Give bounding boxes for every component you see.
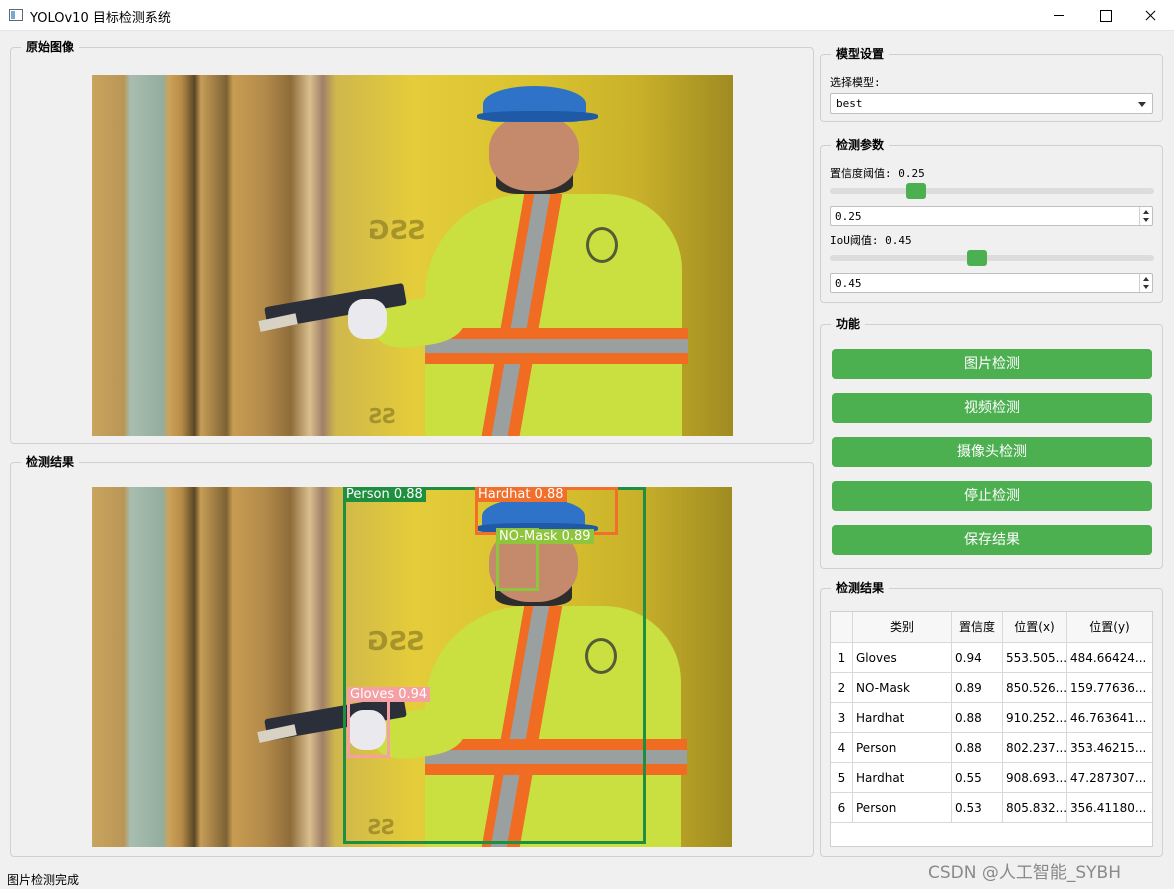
person-bbox-label: Person 0.88	[343, 487, 426, 502]
window-title: YOLOv10 目标检测系统	[30, 11, 171, 26]
result-image: SSG SS Person 0.88 Hardhat 0.88 NO-Mask …	[92, 487, 732, 847]
row-number[interactable]: 6	[831, 793, 853, 823]
gloves-bbox-label: Gloves 0.94	[347, 687, 431, 702]
iou-spinbox-value: 0.45	[835, 277, 862, 290]
column-header-x[interactable]: 位置(x)	[1003, 612, 1067, 643]
video-detect-button[interactable]: 视频检测	[832, 393, 1152, 423]
cell-position-y[interactable]: 159.77636...	[1067, 673, 1152, 703]
hardhat-bbox-label: Hardhat 0.88	[475, 487, 567, 502]
cell-position-x[interactable]: 553.505...	[1003, 643, 1067, 673]
person-bbox	[343, 487, 646, 844]
cell-position-y[interactable]: 46.763641...	[1067, 703, 1152, 733]
app-window-icon	[9, 9, 23, 21]
cell-confidence[interactable]: 0.89	[952, 673, 1003, 703]
status-bar-text: 图片检测完成	[7, 873, 80, 887]
cell-class[interactable]: NO-Mask	[853, 673, 952, 703]
cell-position-x[interactable]: 805.832...	[1003, 793, 1067, 823]
column-header-confidence[interactable]: 置信度	[952, 612, 1003, 643]
iou-slider[interactable]	[830, 248, 1154, 268]
row-number[interactable]: 3	[831, 703, 853, 733]
spin-up-icon[interactable]	[1139, 207, 1152, 216]
column-header-y[interactable]: 位置(y)	[1067, 612, 1152, 643]
original-image-title: 原始图像	[21, 39, 80, 55]
camera-detect-button[interactable]: 摄像头检测	[832, 437, 1152, 467]
row-number[interactable]: 1	[831, 643, 853, 673]
original-image: SSG SS	[92, 75, 733, 436]
row-number[interactable]: 2	[831, 673, 853, 703]
model-settings-title: 模型设置	[831, 46, 890, 62]
image-detect-button[interactable]: 图片检测	[832, 349, 1152, 379]
spin-down-icon[interactable]	[1139, 283, 1152, 292]
confidence-spinbox[interactable]: 0.25	[830, 206, 1153, 226]
cell-position-y[interactable]: 484.66424...	[1067, 643, 1152, 673]
model-select-value: best	[836, 97, 863, 110]
confidence-label: 置信度阈值: 0.25	[830, 167, 925, 180]
minimize-icon[interactable]	[1036, 0, 1082, 31]
result-image-title: 检测结果	[21, 454, 80, 470]
iou-label: IoU阈值: 0.45	[830, 234, 912, 247]
no-mask-bbox-label: NO-Mask 0.89	[496, 529, 594, 544]
detection-params-title: 检测参数	[831, 137, 890, 153]
iou-spinbox[interactable]: 0.45	[830, 273, 1153, 293]
confidence-spinbox-value: 0.25	[835, 210, 862, 223]
cell-position-y[interactable]: 353.46215...	[1067, 733, 1152, 763]
spin-up-icon[interactable]	[1139, 274, 1152, 283]
save-results-button[interactable]: 保存结果	[832, 525, 1152, 555]
cell-confidence[interactable]: 0.88	[952, 733, 1003, 763]
gloves-bbox	[347, 697, 390, 758]
functions-title: 功能	[831, 316, 866, 332]
row-number[interactable]: 5	[831, 763, 853, 793]
cell-confidence[interactable]: 0.53	[952, 793, 1003, 823]
stop-detect-button[interactable]: 停止检测	[832, 481, 1152, 511]
cell-class[interactable]: Person	[853, 793, 952, 823]
confidence-slider-handle[interactable]	[906, 183, 926, 199]
cell-class[interactable]: Gloves	[853, 643, 952, 673]
table-corner[interactable]	[831, 612, 853, 643]
results-table-title: 检测结果	[831, 580, 890, 596]
cell-class[interactable]: Hardhat	[853, 763, 952, 793]
cell-confidence[interactable]: 0.88	[952, 703, 1003, 733]
model-select[interactable]: best	[830, 93, 1153, 114]
title-bar[interactable]: YOLOv10 目标检测系统	[0, 0, 1174, 31]
cell-class[interactable]: Person	[853, 733, 952, 763]
close-icon[interactable]	[1128, 0, 1174, 31]
cell-position-x[interactable]: 908.693...	[1003, 763, 1067, 793]
model-select-label: 选择模型:	[830, 76, 881, 89]
cell-confidence[interactable]: 0.94	[952, 643, 1003, 673]
cell-position-y[interactable]: 47.287307...	[1067, 763, 1152, 793]
cell-confidence[interactable]: 0.55	[952, 763, 1003, 793]
watermark-text: CSDN @人工智能_SYBH	[928, 863, 1121, 883]
row-number[interactable]: 4	[831, 733, 853, 763]
cell-position-x[interactable]: 850.526...	[1003, 673, 1067, 703]
cell-position-x[interactable]: 910.252...	[1003, 703, 1067, 733]
results-table[interactable]: 类别 置信度 位置(x) 位置(y) 1 Gloves 0.94 553.505...…	[830, 611, 1153, 847]
confidence-slider[interactable]	[830, 181, 1154, 201]
cell-position-y[interactable]: 356.41180...	[1067, 793, 1152, 823]
chevron-down-icon	[1138, 102, 1146, 107]
iou-slider-handle[interactable]	[966, 250, 987, 266]
spin-down-icon[interactable]	[1139, 216, 1152, 225]
cell-class[interactable]: Hardhat	[853, 703, 952, 733]
column-header-class[interactable]: 类别	[853, 612, 952, 643]
cell-position-x[interactable]: 802.237...	[1003, 733, 1067, 763]
maximize-icon[interactable]	[1082, 0, 1128, 31]
